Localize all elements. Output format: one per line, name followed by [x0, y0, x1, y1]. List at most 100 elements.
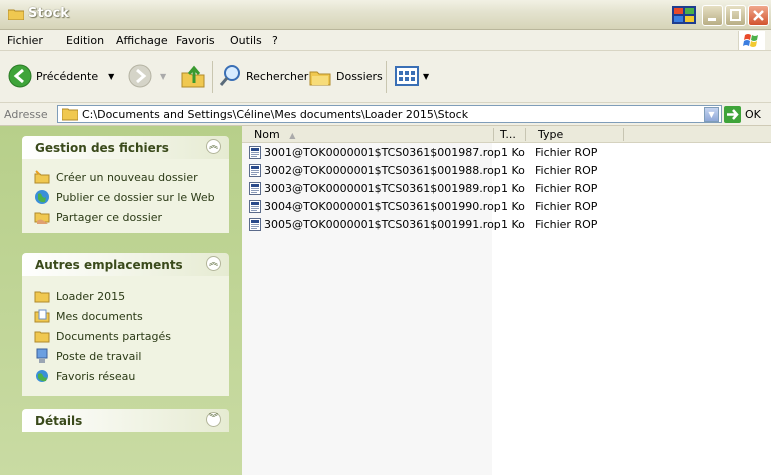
place-label: Loader 2015 [56, 289, 126, 303]
other-places-title: Autres emplacements [35, 258, 183, 272]
file-name: 3002@TOK0000001$TCS0361$001988.rop [264, 164, 501, 177]
toolbar-separator [212, 61, 213, 93]
search-icon [219, 65, 240, 86]
folders-icon [309, 71, 331, 86]
rop-file-icon [249, 146, 261, 159]
file-name: 3005@TOK0000001$TCS0361$001991.rop [264, 218, 501, 231]
column-separator[interactable] [525, 128, 526, 141]
collapse-icon[interactable]: ︽ [206, 256, 221, 271]
expand-icon[interactable]: ︾ [206, 412, 221, 427]
back-label: Précédente [36, 69, 99, 83]
other-places-body: Loader 2015 Mes documents Documents part… [22, 276, 229, 396]
menu-fichier[interactable]: Fichier [7, 34, 43, 47]
minimize-button[interactable] [702, 5, 723, 26]
place-network[interactable]: Favoris réseau [22, 366, 229, 386]
file-size: 1 Ko [501, 146, 525, 159]
back-button[interactable]: Précédente ▼ [8, 64, 114, 88]
close-button[interactable] [748, 5, 769, 26]
column-name-label: Nom [254, 128, 280, 141]
column-header-name[interactable]: Nom ▲ [254, 128, 295, 141]
file-row[interactable]: 3003@TOK0000001$TCS0361$001989.rop 1 Ko Fi… [242, 180, 771, 197]
rop-file-icon [249, 200, 261, 213]
go-label: OK [745, 108, 761, 121]
task-new-folder[interactable]: Créer un nouveau dossier [22, 167, 229, 187]
views-dropdown-icon[interactable]: ▼ [423, 72, 429, 81]
go-button[interactable]: OK [724, 106, 761, 123]
new-folder-icon [34, 170, 50, 184]
column-header-type[interactable]: Type [538, 128, 563, 141]
column-headers: Nom ▲ T... Type [242, 126, 771, 143]
windows-logo [738, 31, 765, 50]
place-my-documents[interactable]: Mes documents [22, 306, 229, 326]
place-label: Documents partagés [56, 329, 171, 343]
address-label: Adresse [4, 108, 48, 121]
folder-icon [34, 331, 50, 343]
place-my-computer[interactable]: Poste de travail [22, 346, 229, 366]
file-name: 3004@TOK0000001$TCS0361$001990.rop [264, 200, 501, 213]
file-row[interactable]: 3002@TOK0000001$TCS0361$001988.rop 1 Ko Fi… [242, 162, 771, 179]
menu-outils[interactable]: Outils [230, 34, 262, 47]
address-path: C:\Documents and Settings\Céline\Mes doc… [82, 108, 469, 121]
place-loader-2015[interactable]: Loader 2015 [22, 286, 229, 306]
network-icon [36, 370, 48, 382]
file-type: Fichier ROP [535, 200, 598, 213]
column-separator[interactable] [623, 128, 624, 141]
forward-button[interactable]: ▼ [128, 64, 166, 88]
sort-ascending-icon: ▲ [289, 131, 296, 140]
menu-affichage[interactable]: Affichage [116, 34, 168, 47]
menu-favoris[interactable]: Favoris [176, 34, 215, 47]
file-type: Fichier ROP [535, 146, 598, 159]
folder-icon [62, 108, 78, 121]
details-header[interactable]: Détails ︾ [22, 409, 229, 432]
menu-edition[interactable]: Edition [66, 34, 104, 47]
search-button[interactable]: Rechercher [218, 64, 308, 88]
rop-file-icon [249, 218, 261, 231]
maximize-icon [730, 9, 741, 21]
chevron-down-icon: ▼ [708, 110, 715, 119]
folders-button[interactable]: Dossiers [308, 64, 383, 88]
share-folder-icon [34, 212, 50, 224]
menu-bar: Fichier Edition Affichage Favoris Outils… [0, 30, 771, 51]
place-shared-documents[interactable]: Documents partagés [22, 326, 229, 346]
address-dropdown-button[interactable]: ▼ [704, 107, 719, 122]
window-title: Stock [28, 6, 69, 21]
maximize-button[interactable] [725, 5, 746, 26]
file-list[interactable]: Nom ▲ T... Type 3001@TOK0000001$TCS0361$… [242, 126, 771, 475]
menu-help[interactable]: ? [272, 34, 278, 47]
file-size: 1 Ko [501, 200, 525, 213]
windows-logo-icon [743, 34, 758, 47]
file-row[interactable]: 3001@TOK0000001$TCS0361$001987.rop 1 Ko Fi… [242, 144, 771, 161]
column-separator[interactable] [493, 128, 494, 141]
close-icon [753, 10, 764, 21]
file-size: 1 Ko [501, 164, 525, 177]
title-bar[interactable]: Stock [0, 0, 771, 30]
file-row[interactable]: 3004@TOK0000001$TCS0361$001990.rop 1 Ko Fi… [242, 198, 771, 215]
file-type: Fichier ROP [535, 164, 598, 177]
forward-dropdown-icon[interactable]: ▼ [160, 72, 166, 81]
file-tasks-header[interactable]: Gestion des fichiers ︽ [22, 136, 229, 159]
up-folder-icon [181, 65, 205, 88]
address-input[interactable]: C:\Documents and Settings\Céline\Mes doc… [57, 105, 722, 123]
collapse-icon[interactable]: ︽ [206, 139, 221, 154]
other-places-header[interactable]: Autres emplacements ︽ [22, 253, 229, 276]
rop-file-icon [249, 182, 261, 195]
task-publish-web[interactable]: Publier ce dossier sur le Web [22, 187, 229, 207]
back-dropdown-icon[interactable]: ▼ [108, 72, 114, 81]
up-folder-button[interactable] [180, 63, 206, 89]
file-row[interactable]: 3005@TOK0000001$TCS0361$001991.rop 1 Ko Fi… [242, 216, 771, 233]
back-arrow-icon [8, 64, 32, 88]
search-label: Rechercher [246, 69, 309, 83]
place-label: Mes documents [56, 309, 143, 323]
my-documents-icon [34, 309, 50, 323]
column-header-size[interactable]: T... [500, 128, 516, 141]
task-share-folder[interactable]: Partager ce dossier [22, 207, 229, 227]
folders-label: Dossiers [336, 69, 383, 83]
file-tasks-body: Créer un nouveau dossier Publier ce doss… [22, 159, 229, 233]
task-pane: Gestion des fichiers ︽ Créer un nouveau … [0, 126, 242, 475]
toolbar-separator [386, 61, 387, 93]
forward-arrow-icon [128, 64, 152, 88]
go-arrow-icon [724, 106, 741, 123]
file-type: Fichier ROP [535, 218, 598, 231]
task-label: Publier ce dossier sur le Web [56, 190, 215, 204]
views-button[interactable]: ▼ [395, 64, 429, 88]
